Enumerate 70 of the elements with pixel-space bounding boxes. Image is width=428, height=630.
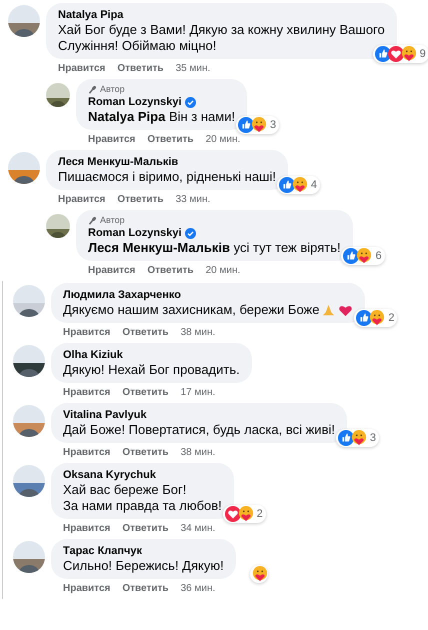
comment-text: Natalya Pipa Він з нами! xyxy=(88,109,236,125)
comment-text: Дякуємо нашим захисникам, бережи Боже xyxy=(63,302,320,318)
author-name[interactable]: Людмила Захарченко xyxy=(63,288,181,302)
comment-time[interactable]: 20 мин. xyxy=(206,134,240,146)
hug-emoji-icon xyxy=(292,177,308,193)
comment-time[interactable]: 20 мин. xyxy=(206,265,240,277)
comment-time[interactable]: 38 мин. xyxy=(180,327,216,339)
comment-text: Леся Менкуш-Мальків усі тут теж вірять! xyxy=(88,240,341,256)
author-name[interactable]: Vitalina Pavlyuk xyxy=(63,408,147,422)
reaction-count[interactable]: 9 xyxy=(372,45,428,63)
comment-action-link[interactable]: Нравится xyxy=(63,387,110,399)
author-label: Автор xyxy=(100,215,125,226)
like-icon xyxy=(356,310,372,326)
microphone-icon xyxy=(88,85,97,94)
author-name[interactable]: Natalya Pipa xyxy=(58,8,124,22)
hug-emoji-icon xyxy=(356,248,372,264)
reaction-count[interactable]: 3 xyxy=(236,116,280,134)
comment-action-link[interactable]: Ответить xyxy=(122,447,169,459)
reaction-count[interactable]: 6 xyxy=(341,247,385,265)
author-name[interactable]: Olha Kiziuk xyxy=(63,348,123,362)
comment-text: Хай вас береже Бог! За нами правда та любов! xyxy=(63,482,222,514)
hug-emoji-icon xyxy=(250,117,267,133)
comment-text: Дякую! Нехай Бог провадить. xyxy=(63,362,240,378)
reaction-count[interactable]: 2 xyxy=(354,309,398,327)
comment-action-link[interactable]: Ответить xyxy=(117,63,164,75)
comment-action-link[interactable]: Нравится xyxy=(88,134,136,146)
comment-time[interactable]: 33 мин. xyxy=(176,194,210,206)
comment-action-link[interactable]: Ответить xyxy=(122,523,169,535)
hug-emoji-icon xyxy=(238,506,254,522)
comment-time[interactable]: 35 мин. xyxy=(176,63,210,75)
comment-time[interactable]: 34 мин. xyxy=(180,523,216,535)
reaction-count[interactable]: 3 xyxy=(336,429,379,447)
comment-action-link[interactable]: Нравится xyxy=(63,447,110,459)
comment-action-link[interactable]: Нравится xyxy=(63,523,110,535)
hug-emoji-icon xyxy=(369,310,386,326)
comment-action-link[interactable]: Нравится xyxy=(63,583,110,595)
comment-text: Сильно! Бережись! Дякую! xyxy=(63,558,224,574)
author-name[interactable]: Roman Lozynskyi xyxy=(88,226,182,240)
comment-action-link[interactable]: Ответить xyxy=(147,265,194,277)
comment-text: Дай Боже! Повертатися, будь ласка, всі живі! xyxy=(63,422,335,438)
like-icon xyxy=(374,46,391,62)
comment-action-link[interactable]: Ответить xyxy=(122,327,169,339)
comment-action-link[interactable]: Ответить xyxy=(117,194,164,206)
hug-emoji-icon xyxy=(400,46,417,62)
author-label: Автор xyxy=(100,84,125,95)
comment-time[interactable]: 17 мин. xyxy=(180,387,216,399)
like-icon xyxy=(238,117,254,133)
author-name[interactable]: Roman Lozynskyi xyxy=(88,95,182,109)
comment-action-link[interactable]: Ответить xyxy=(147,134,194,146)
comment-action-link[interactable]: Нравится xyxy=(88,265,136,277)
author-name[interactable]: Тарас Клапчук xyxy=(63,544,142,558)
comment-time[interactable]: 38 мин. xyxy=(180,447,216,459)
like-icon xyxy=(338,430,354,446)
comment-time[interactable]: 36 мин. xyxy=(180,583,216,595)
comment-action-link[interactable]: Нравится xyxy=(58,194,106,206)
author-name[interactable]: Леся Менкуш-Мальків xyxy=(58,155,178,169)
reaction-count[interactable]: 2 xyxy=(222,505,266,523)
hug-emoji-icon xyxy=(350,430,367,446)
comment-text: Пишаємося і віримо, рідненькі наші! xyxy=(58,169,276,185)
comment-action-link[interactable]: Ответить xyxy=(122,583,169,595)
like-icon xyxy=(278,177,295,193)
comment-action-link[interactable]: Нравится xyxy=(63,327,110,339)
hug-emoji-icon xyxy=(252,566,268,582)
microphone-icon xyxy=(88,216,97,225)
reaction-count[interactable] xyxy=(250,565,268,583)
author-name[interactable]: Oksana Kyrychuk xyxy=(63,468,156,482)
comment-action-link[interactable]: Нравится xyxy=(58,63,106,75)
reaction-count[interactable]: 4 xyxy=(276,176,320,194)
like-icon xyxy=(343,248,360,264)
comment-action-link[interactable]: Ответить xyxy=(122,387,169,399)
